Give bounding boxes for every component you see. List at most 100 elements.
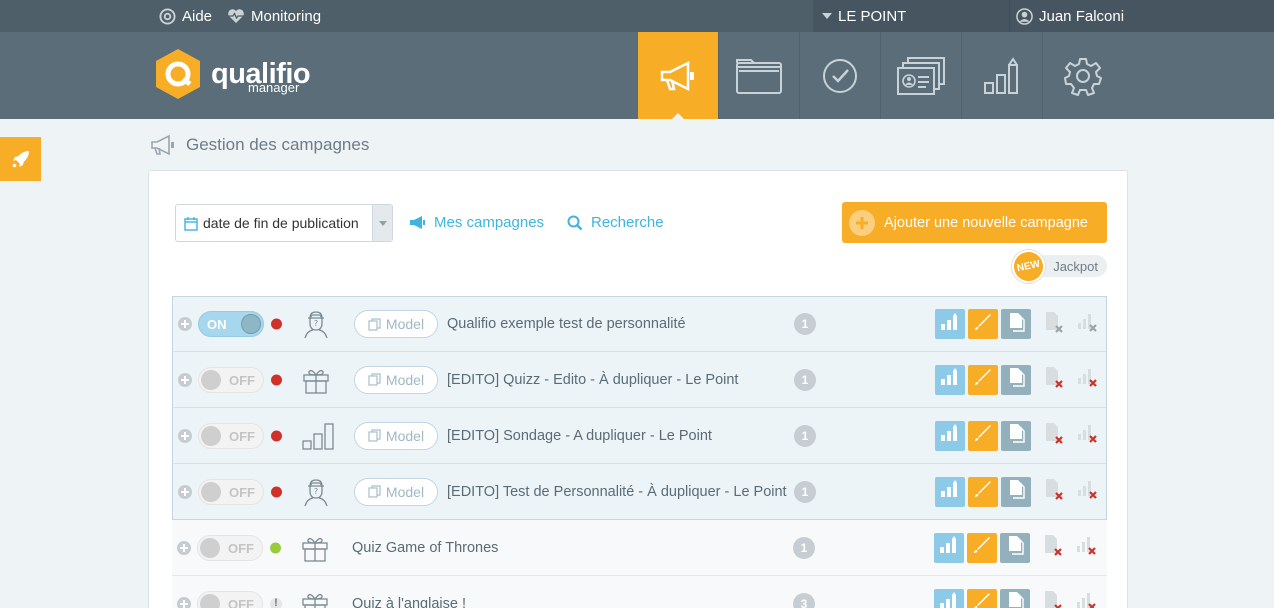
delete-button[interactable]: [1039, 365, 1069, 395]
edit-button[interactable]: [968, 309, 998, 339]
duplicate-button[interactable]: [1001, 476, 1031, 507]
model-badge[interactable]: Model: [354, 365, 438, 394]
statistics-button[interactable]: [934, 532, 964, 563]
campaign-title[interactable]: [EDITO] Quizz - Edito - À dupliquer - Le…: [447, 372, 738, 388]
status-toggle[interactable]: OFF: [198, 366, 264, 393]
megaphone-icon: [660, 60, 694, 91]
campaign-row[interactable]: ON? Model Qualifio exemple test de personn…: [172, 296, 1107, 352]
personality-icon: ?: [301, 477, 331, 507]
qualifio-logo[interactable]: qualifio manager: [153, 47, 311, 101]
nav-tab-folders[interactable]: [719, 32, 799, 119]
reset-stats-button[interactable]: [1072, 309, 1102, 339]
launch-button[interactable]: [0, 137, 41, 181]
edit-button[interactable]: [967, 532, 997, 563]
my-campaigns-label: Mes campagnes: [434, 214, 545, 231]
edit-button[interactable]: [968, 420, 998, 451]
duplicate-button[interactable]: [1000, 532, 1030, 563]
campaign-row[interactable]: OFF? Model [EDITO] Test de Personnalité - …: [172, 464, 1107, 520]
campaign-title[interactable]: Quiz Game of Thrones: [352, 540, 498, 556]
delete-button[interactable]: [1039, 421, 1069, 451]
duplicate-button[interactable]: [1001, 420, 1031, 451]
nav-tab-contacts[interactable]: [881, 32, 961, 119]
help-link[interactable]: Aide: [159, 0, 212, 32]
nav-tab-validation[interactable]: [800, 32, 880, 119]
status-toggle[interactable]: OFF: [197, 590, 263, 608]
sort-select[interactable]: date de fin de publication: [175, 204, 393, 242]
campaign-title[interactable]: Qualifio exemple test de personnalité: [447, 316, 686, 332]
expand-row-icon[interactable]: [178, 372, 192, 387]
delete-file-icon: [1042, 533, 1064, 562]
my-campaigns-link[interactable]: Mes campagnes: [409, 214, 544, 231]
expand-row-icon[interactable]: [178, 484, 192, 499]
statistics-button[interactable]: [935, 364, 965, 395]
delete-button[interactable]: [1038, 533, 1068, 563]
statistics-button[interactable]: [935, 476, 965, 507]
brush-icon: [973, 536, 991, 559]
expand-row-icon[interactable]: [178, 317, 192, 331]
toggle-knob: [200, 537, 220, 558]
user-menu[interactable]: Juan Falconi: [1016, 0, 1124, 32]
brush-icon: [974, 368, 992, 391]
expand-row-icon[interactable]: [177, 596, 191, 608]
campaign-title[interactable]: [EDITO] Sondage - A dupliquer - Le Point: [447, 428, 712, 444]
toggle-label: OFF: [229, 428, 255, 444]
nav-tab-settings[interactable]: [1043, 32, 1123, 119]
page-title: Gestion des campagnes: [150, 134, 369, 156]
status-toggle[interactable]: OFF: [197, 534, 263, 561]
page-title-text: Gestion des campagnes: [186, 135, 370, 154]
monitoring-label: Monitoring: [251, 7, 322, 25]
statistics-button[interactable]: [934, 588, 964, 608]
campaign-row[interactable]: OFF Quiz Game of Thrones 1: [172, 520, 1107, 576]
delete-file-icon: [1043, 421, 1065, 450]
copy-icon: [368, 317, 381, 331]
add-campaign-button[interactable]: Ajouter une nouvelle campagne: [842, 202, 1107, 243]
campaign-row[interactable]: OFF Model [EDITO] Quizz - Edito - À dupliq…: [172, 352, 1107, 408]
status-toggle[interactable]: ON: [198, 311, 264, 337]
delete-button[interactable]: [1039, 477, 1069, 507]
model-label: Model: [385, 316, 425, 332]
reset-stats-button[interactable]: [1072, 477, 1102, 507]
gear-icon: [1064, 57, 1102, 96]
reset-stats-button[interactable]: [1071, 589, 1101, 608]
gift-icon: [300, 589, 330, 608]
duplicate-button[interactable]: [1000, 588, 1030, 608]
participation-count: 3: [793, 592, 815, 608]
reset-stats-button[interactable]: [1072, 421, 1102, 451]
delete-button[interactable]: [1038, 589, 1068, 608]
model-badge[interactable]: Model: [354, 310, 438, 338]
gift-icon: [300, 533, 330, 563]
campaign-row[interactable]: OFF Model [EDITO] Sondage - A dupliquer - …: [172, 408, 1107, 464]
campaign-title[interactable]: Quiz à l'anglaise !: [352, 596, 466, 608]
nav-tab-campaigns[interactable]: [638, 32, 718, 119]
edit-button[interactable]: [967, 588, 997, 608]
model-badge[interactable]: Model: [354, 421, 438, 450]
heart-pulse-icon: [228, 9, 244, 23]
reset-stats-button[interactable]: [1072, 365, 1102, 395]
delete-file-icon: [1043, 365, 1065, 394]
expand-row-icon[interactable]: [177, 540, 191, 555]
campaign-row[interactable]: OFF! Quiz à l'anglaise ! 3: [172, 576, 1107, 608]
search-link[interactable]: Recherche: [567, 214, 664, 231]
status-dot: [271, 374, 282, 385]
status-dot: [271, 430, 282, 441]
monitoring-link[interactable]: Monitoring: [227, 0, 321, 32]
duplicate-button[interactable]: [1001, 364, 1031, 395]
model-badge[interactable]: Model: [354, 477, 438, 506]
gift-icon: [301, 365, 331, 395]
reset-stats-button[interactable]: [1071, 533, 1101, 563]
status-toggle[interactable]: OFF: [198, 478, 264, 505]
delete-button[interactable]: [1039, 309, 1069, 339]
account-switcher[interactable]: LE POINT: [822, 0, 906, 32]
nav-tab-statistics[interactable]: [962, 32, 1042, 119]
edit-button[interactable]: [968, 364, 998, 395]
chevron-down-icon[interactable]: [372, 205, 392, 241]
toggle-label: OFF: [229, 372, 255, 388]
jackpot-button[interactable]: Jackpot NEW: [1008, 246, 1107, 287]
statistics-button[interactable]: [935, 420, 965, 451]
campaign-title[interactable]: [EDITO] Test de Personnalité - À dupliqu…: [447, 484, 787, 500]
expand-row-icon[interactable]: [178, 428, 192, 443]
duplicate-button[interactable]: [1001, 309, 1031, 339]
status-toggle[interactable]: OFF: [198, 422, 264, 449]
statistics-button[interactable]: [935, 309, 965, 339]
edit-button[interactable]: [968, 476, 998, 507]
